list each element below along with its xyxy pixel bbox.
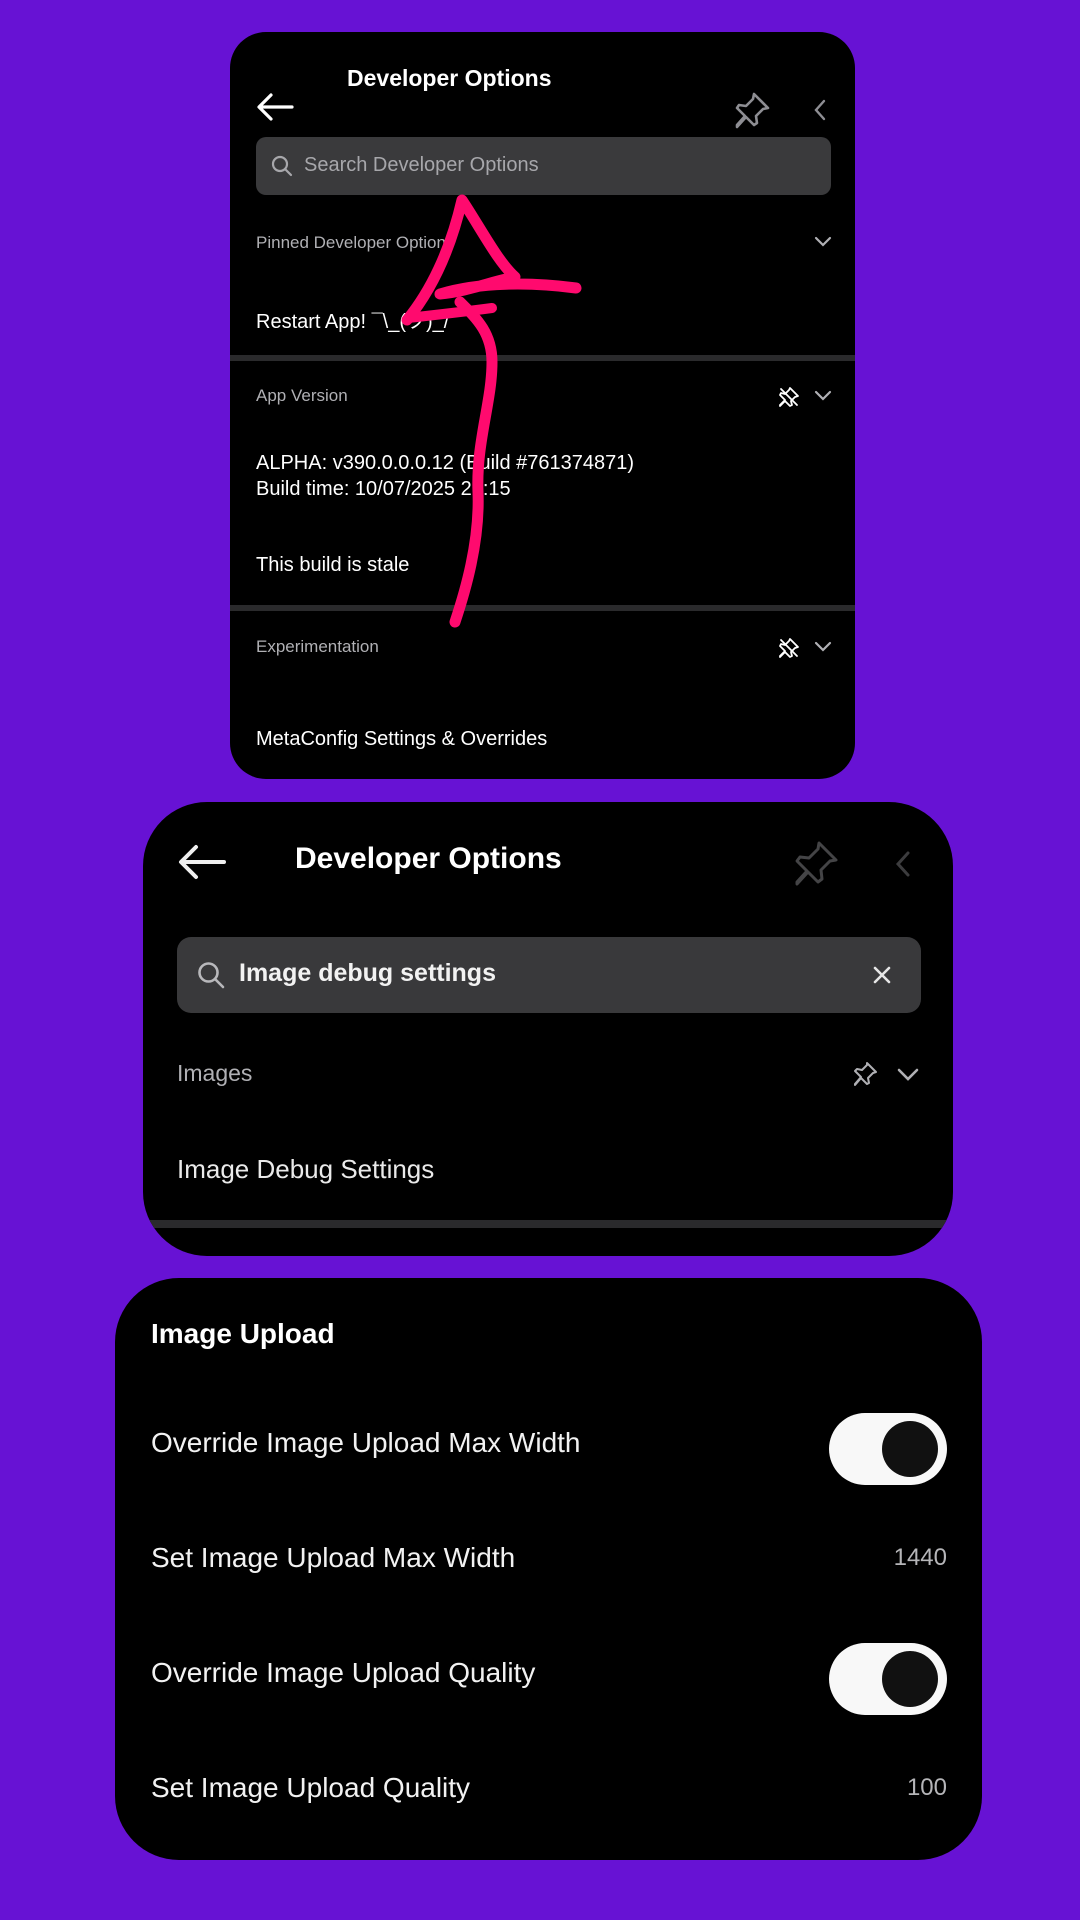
developer-options-screen-top: Developer Options Search Developer Optio… <box>230 32 855 779</box>
section-divider <box>143 1220 953 1228</box>
toggle-knob <box>882 1421 938 1477</box>
clear-search-icon[interactable] <box>872 965 892 985</box>
override-max-width-label: Override Image Upload Max Width <box>151 1427 581 1458</box>
chevron-left-icon[interactable] <box>895 850 911 878</box>
section-header-images[interactable]: Images <box>177 1060 252 1087</box>
quality-label: Set Image Upload Quality <box>151 1772 471 1803</box>
max-width-value[interactable]: 1440 <box>894 1544 947 1572</box>
back-arrow-icon[interactable] <box>177 843 227 881</box>
max-width-label: Set Image Upload Max Width <box>151 1542 516 1573</box>
quality-value[interactable]: 100 <box>907 1774 947 1802</box>
override-quality-toggle[interactable] <box>829 1643 947 1715</box>
search-value: Image debug settings <box>239 959 496 987</box>
chevron-down-icon[interactable] <box>897 1068 919 1082</box>
image-debug-settings-item[interactable]: Image Debug Settings <box>177 1154 434 1185</box>
search-icon <box>197 961 225 989</box>
pin-icon[interactable] <box>852 1061 878 1087</box>
developer-options-search-screen: Developer Options Image debug settings I… <box>143 802 953 1256</box>
page-title: Developer Options <box>295 842 562 875</box>
image-upload-settings-screen: Image Upload Override Image Upload Max W… <box>115 1278 982 1860</box>
override-max-width-toggle[interactable] <box>829 1413 947 1485</box>
arrow-annotation-icon <box>401 194 582 628</box>
override-quality-label: Override Image Upload Quality <box>151 1657 536 1688</box>
pin-icon[interactable] <box>791 838 841 888</box>
section-header-image-upload: Image Upload <box>151 1318 335 1349</box>
search-input[interactable]: Image debug settings <box>177 937 921 1013</box>
toggle-knob <box>882 1651 938 1707</box>
